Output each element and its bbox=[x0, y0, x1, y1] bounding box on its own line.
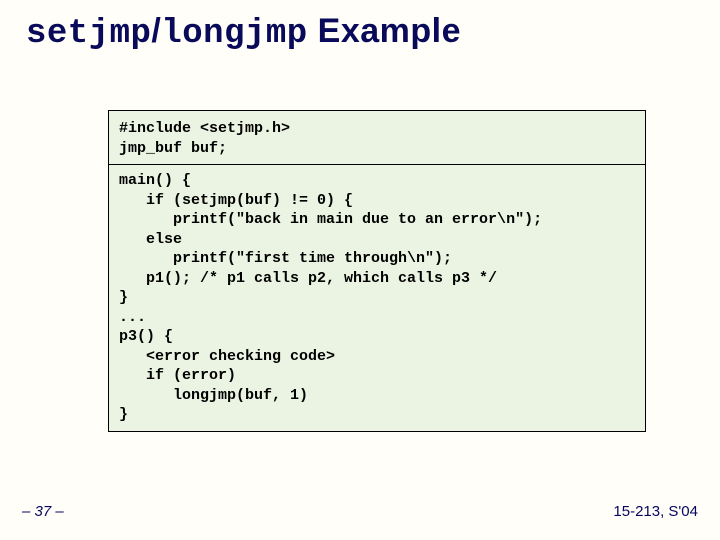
slide-number: – 37 – bbox=[22, 503, 64, 520]
code-divider bbox=[109, 164, 645, 165]
code-box: #include <setjmp.h> jmp_buf buf; main() … bbox=[108, 110, 646, 432]
course-label: 15-213, S'04 bbox=[613, 503, 698, 520]
title-slash: / bbox=[151, 12, 161, 50]
slide: setjmp/longjmp Example #include <setjmp.… bbox=[0, 0, 720, 540]
title-mono-setjmp: setjmp bbox=[26, 15, 151, 53]
code-header: #include <setjmp.h> jmp_buf buf; bbox=[119, 119, 635, 158]
code-body: main() { if (setjmp(buf) != 0) { printf(… bbox=[119, 171, 635, 425]
slide-title: setjmp/longjmp Example bbox=[26, 12, 461, 53]
title-rest: Example bbox=[308, 12, 461, 50]
title-mono-longjmp: longjmp bbox=[161, 15, 307, 53]
